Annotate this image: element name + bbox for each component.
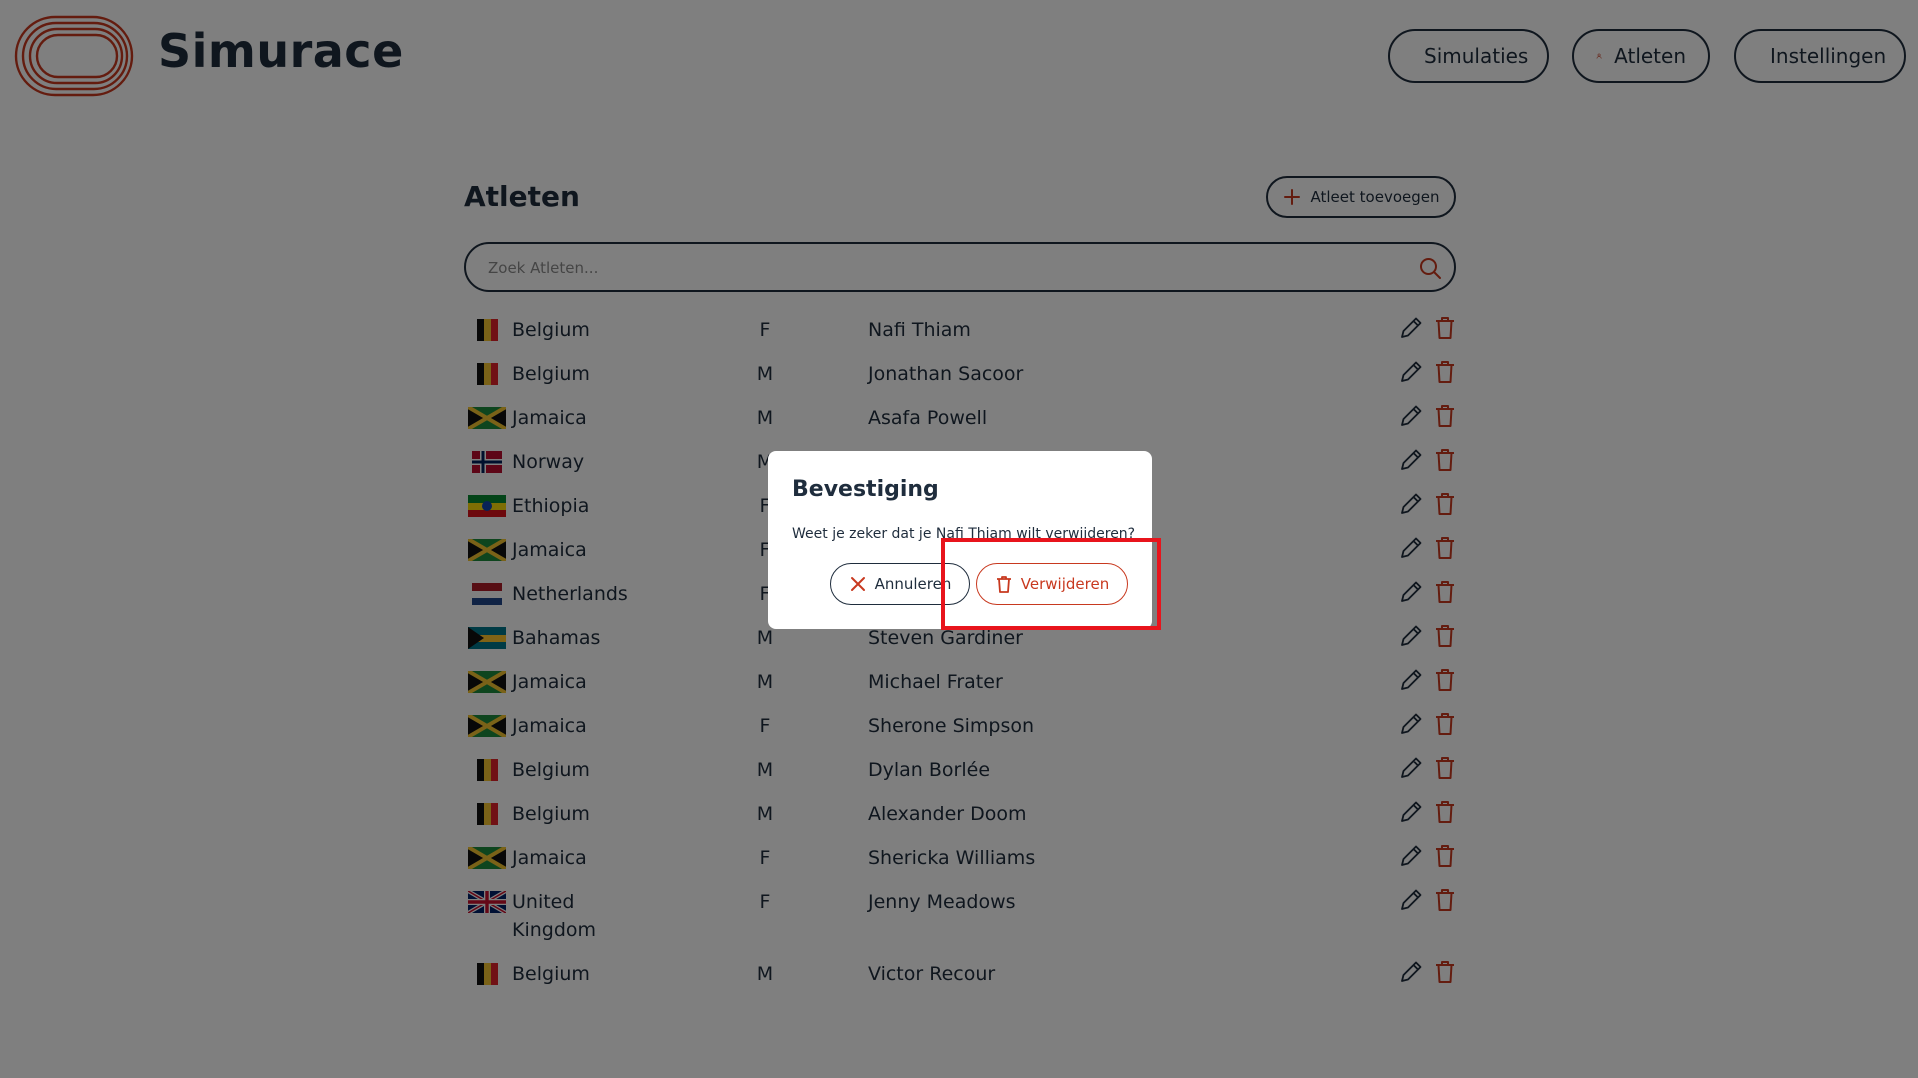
cancel-label: Annuleren <box>874 575 952 593</box>
highlight-box <box>941 538 1161 630</box>
page: Simurace Simulaties Atleten Instellingen… <box>0 0 1918 1078</box>
close-icon <box>850 577 865 591</box>
dialog-title: Bevestiging <box>792 477 939 502</box>
